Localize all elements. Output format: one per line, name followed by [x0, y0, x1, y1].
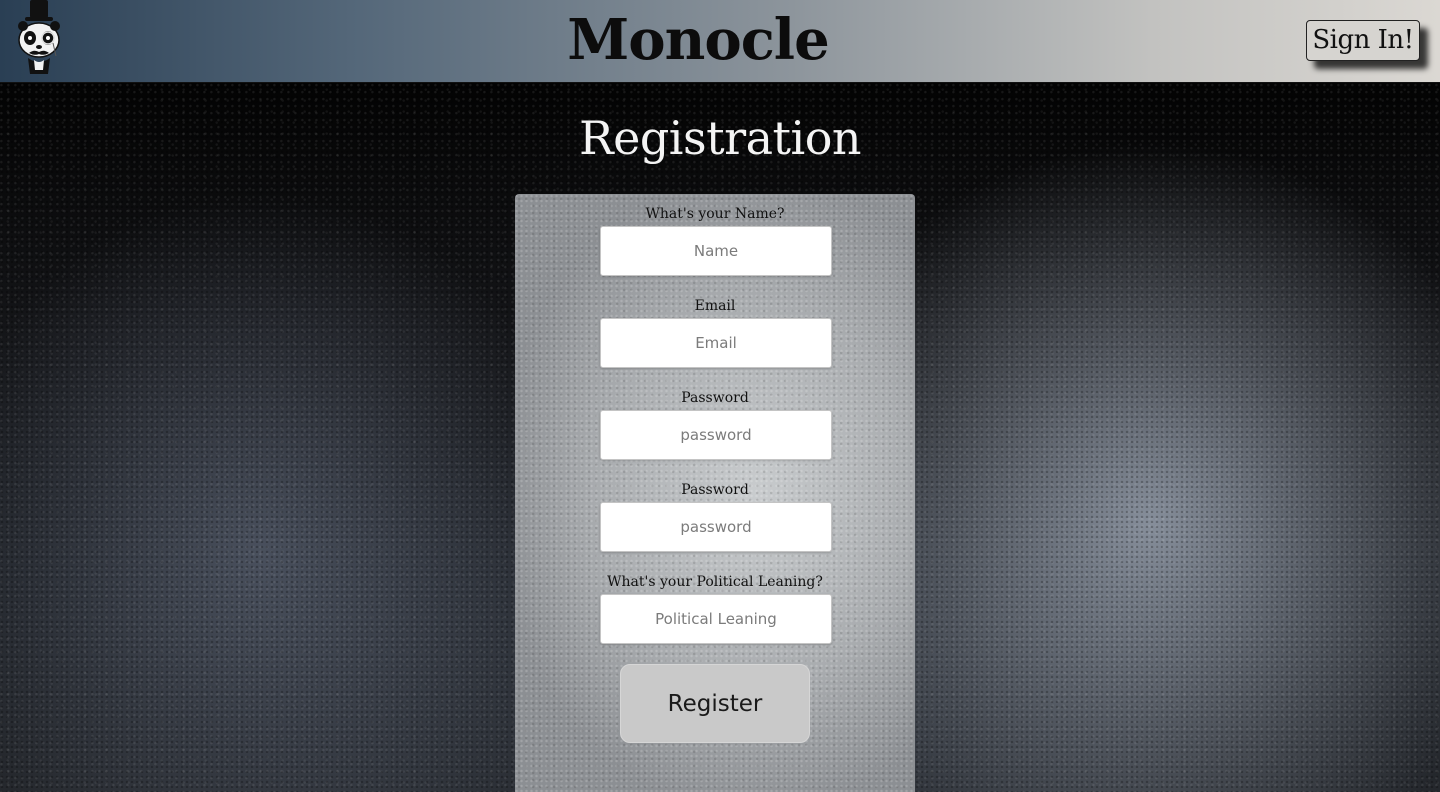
- site-title: Monocle: [567, 7, 829, 73]
- political-leaning-label: What's your Political Leaning?: [607, 574, 823, 590]
- site-header: Monocle Sign In!: [0, 0, 1440, 83]
- political-leaning-input[interactable]: [600, 594, 832, 644]
- email-label: Email: [694, 298, 736, 314]
- email-input[interactable]: [600, 318, 832, 368]
- name-input[interactable]: [600, 226, 832, 276]
- register-button[interactable]: Register: [620, 664, 810, 743]
- password-label: Password: [681, 390, 749, 406]
- confirm-password-label: Password: [681, 482, 749, 498]
- panda-logo-icon[interactable]: [16, 0, 62, 76]
- confirm-password-input[interactable]: [600, 502, 832, 552]
- password-input[interactable]: [600, 410, 832, 460]
- registration-form: What's your Name? Email Password Passwor…: [515, 194, 915, 792]
- page-title: Registration: [578, 111, 862, 165]
- name-label: What's your Name?: [645, 206, 785, 222]
- sign-in-button[interactable]: Sign In!: [1306, 20, 1420, 61]
